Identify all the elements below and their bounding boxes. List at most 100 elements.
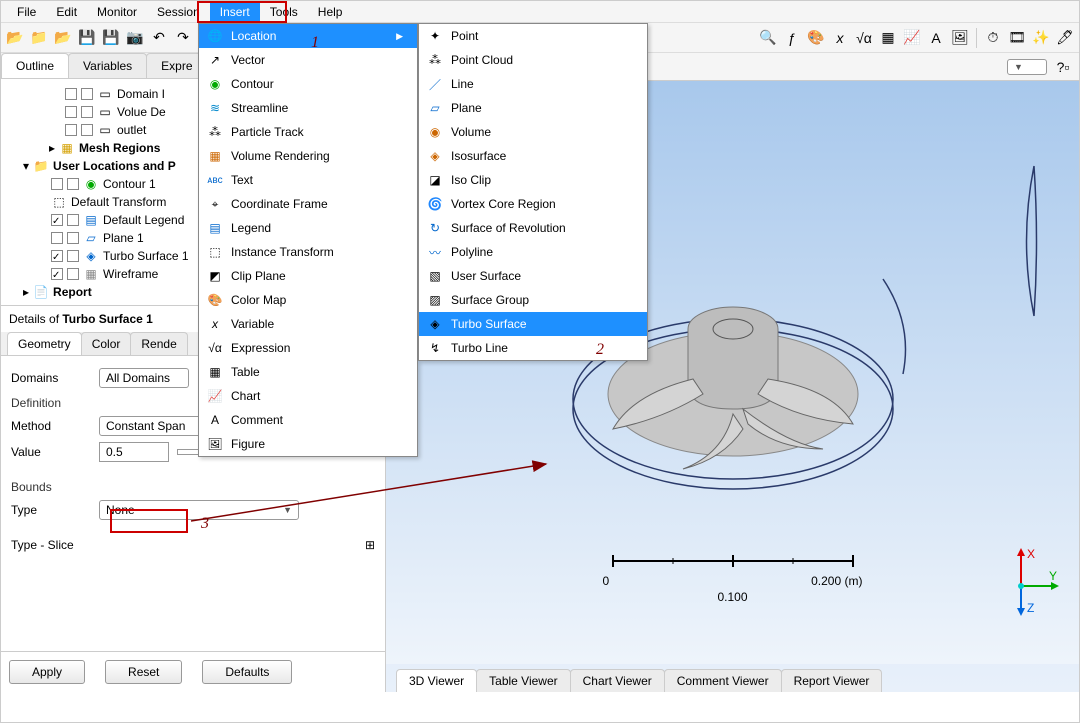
loc-plane[interactable]: ▱Plane [419, 96, 647, 120]
loc-point[interactable]: ✦Point [419, 24, 647, 48]
insert-dropdown[interactable]: 🌐Location▶ ↗Vector ◉Contour ≋Streamline … [198, 23, 418, 457]
tree-volume[interactable]: Volue De [117, 105, 166, 119]
expr-icon[interactable]: √α [854, 28, 874, 48]
tree-mesh[interactable]: Mesh Regions [79, 141, 160, 155]
tab-chartviewer[interactable]: Chart Viewer [570, 669, 665, 692]
tab-3dviewer[interactable]: 3D Viewer [396, 669, 477, 692]
insert-location[interactable]: 🌐Location▶ [199, 24, 417, 48]
tree-wireframe[interactable]: Wireframe [103, 267, 158, 281]
insert-legend[interactable]: ▤Legend [199, 216, 417, 240]
menu-monitor[interactable]: Monitor [87, 2, 147, 22]
save2-icon[interactable]: 💾 [101, 28, 121, 48]
anim-icon[interactable]: ✨ [1031, 28, 1051, 48]
insert-variable[interactable]: xVariable [199, 312, 417, 336]
tab-commentviewer[interactable]: Comment Viewer [664, 669, 782, 692]
particle-icon: ⁂ [207, 124, 223, 140]
value-input[interactable]: 0.5 [99, 442, 169, 462]
save-icon[interactable]: 💾 [77, 28, 97, 48]
tab-tableviewer[interactable]: Table Viewer [476, 669, 570, 692]
undo-icon[interactable]: ↶ [149, 28, 169, 48]
menu-edit[interactable]: Edit [46, 2, 87, 22]
insert-vector[interactable]: ↗Vector [199, 48, 417, 72]
insert-chart[interactable]: 📈Chart [199, 384, 417, 408]
variable-icon[interactable]: x [830, 28, 850, 48]
insert-volrender[interactable]: ▦Volume Rendering [199, 144, 417, 168]
defaults-button[interactable]: Defaults [202, 660, 292, 684]
contour-icon: ◉ [207, 76, 223, 92]
probe-icon[interactable]: 🔍 [758, 28, 778, 48]
tab-outline[interactable]: Outline [1, 53, 69, 78]
tree-contour1[interactable]: Contour 1 [103, 177, 156, 191]
insert-streamline[interactable]: ≋Streamline [199, 96, 417, 120]
loc-vortex[interactable]: 🌀Vortex Core Region [419, 192, 647, 216]
figure-icon[interactable]: 🖼 [950, 28, 970, 48]
tab-variables[interactable]: Variables [68, 53, 147, 78]
table-icon[interactable]: ▦ [878, 28, 898, 48]
insert-comment[interactable]: AComment [199, 408, 417, 432]
tab-render[interactable]: Rende [130, 332, 187, 355]
type-combo[interactable]: None▼ [99, 500, 299, 520]
polyline-icon: 〰 [427, 244, 443, 260]
loc-turboline[interactable]: ↯Turbo Line [419, 336, 647, 360]
open2-icon[interactable]: 📁 [29, 28, 49, 48]
domains-combo[interactable]: All Domains [99, 368, 189, 388]
insert-figure[interactable]: 🖼Figure [199, 432, 417, 456]
insert-text[interactable]: ᴀʙᴄText [199, 168, 417, 192]
insert-clipplane[interactable]: ◩Clip Plane [199, 264, 417, 288]
report-icon: 📄 [33, 284, 49, 300]
tree-plane1[interactable]: Plane 1 [103, 231, 144, 245]
line-icon: ／ [427, 76, 443, 92]
loc-isoclip[interactable]: ◪Iso Clip [419, 168, 647, 192]
menu-session[interactable]: Session [147, 2, 210, 22]
tree-domain[interactable]: Domain I [117, 87, 165, 101]
tree-deflegend[interactable]: Default Legend [103, 213, 184, 227]
redo-icon[interactable]: ↷ [173, 28, 193, 48]
tree-turbosurf1[interactable]: Turbo Surface 1 [103, 249, 189, 263]
insert-contour[interactable]: ◉Contour [199, 72, 417, 96]
tree-report[interactable]: Report [53, 285, 92, 299]
menu-help[interactable]: Help [308, 2, 353, 22]
tab-reportviewer[interactable]: Report Viewer [781, 669, 883, 692]
tab-color[interactable]: Color [81, 332, 132, 355]
loc-volume[interactable]: ◉Volume [419, 120, 647, 144]
insert-expression[interactable]: √αExpression [199, 336, 417, 360]
loc-line[interactable]: ／Line [419, 72, 647, 96]
reset-button[interactable]: Reset [105, 660, 182, 684]
open-icon[interactable]: 📂 [5, 28, 25, 48]
comment-icon[interactable]: A [926, 28, 946, 48]
tab-geometry[interactable]: Geometry [7, 332, 82, 355]
open3-icon[interactable]: 📂 [53, 28, 73, 48]
insert-instance[interactable]: ⬚Instance Transform [199, 240, 417, 264]
apply-button[interactable]: Apply [9, 660, 85, 684]
palette-icon[interactable]: 🎨 [806, 28, 826, 48]
menu-insert[interactable]: Insert [210, 2, 260, 22]
loc-isosurface[interactable]: ◈Isosurface [419, 144, 647, 168]
loc-turbosurf[interactable]: ◈Turbo Surface [419, 312, 647, 336]
insert-colormap[interactable]: 🎨Color Map [199, 288, 417, 312]
picker-icon[interactable]: 🖊 [1055, 28, 1075, 48]
tree-userloc[interactable]: User Locations and P [53, 159, 176, 173]
loc-pointcloud[interactable]: ⁂Point Cloud [419, 48, 647, 72]
menu-tools[interactable]: Tools [260, 2, 308, 22]
help-icon[interactable]: ?▫ [1053, 57, 1073, 77]
loc-polyline[interactable]: 〰Polyline [419, 240, 647, 264]
view-combo[interactable]: ▼ [1007, 59, 1047, 75]
tree-deftransform[interactable]: Default Transform [71, 195, 166, 209]
camera-icon[interactable]: 📷 [125, 28, 145, 48]
fn-icon[interactable]: ƒ [782, 28, 802, 48]
expand-icon[interactable]: ⊞ [365, 538, 375, 552]
chart-icon[interactable]: 📈 [902, 28, 922, 48]
loc-surfgroup[interactable]: ▨Surface Group [419, 288, 647, 312]
timer-icon[interactable]: ⏱ [983, 28, 1003, 48]
tree-outlet[interactable]: outlet [117, 123, 146, 137]
film-icon[interactable]: 🎞 [1007, 28, 1027, 48]
location-submenu[interactable]: ✦Point ⁂Point Cloud ／Line ▱Plane ◉Volume… [418, 23, 648, 361]
insert-coordframe[interactable]: ⌖Coordinate Frame [199, 192, 417, 216]
loc-usersurf[interactable]: ▧User Surface [419, 264, 647, 288]
table-icon: ▦ [207, 364, 223, 380]
loc-revolve[interactable]: ↻Surface of Revolution [419, 216, 647, 240]
menu-file[interactable]: File [7, 2, 46, 22]
insert-particle[interactable]: ⁂Particle Track [199, 120, 417, 144]
plane-icon: ▱ [427, 100, 443, 116]
insert-table[interactable]: ▦Table [199, 360, 417, 384]
